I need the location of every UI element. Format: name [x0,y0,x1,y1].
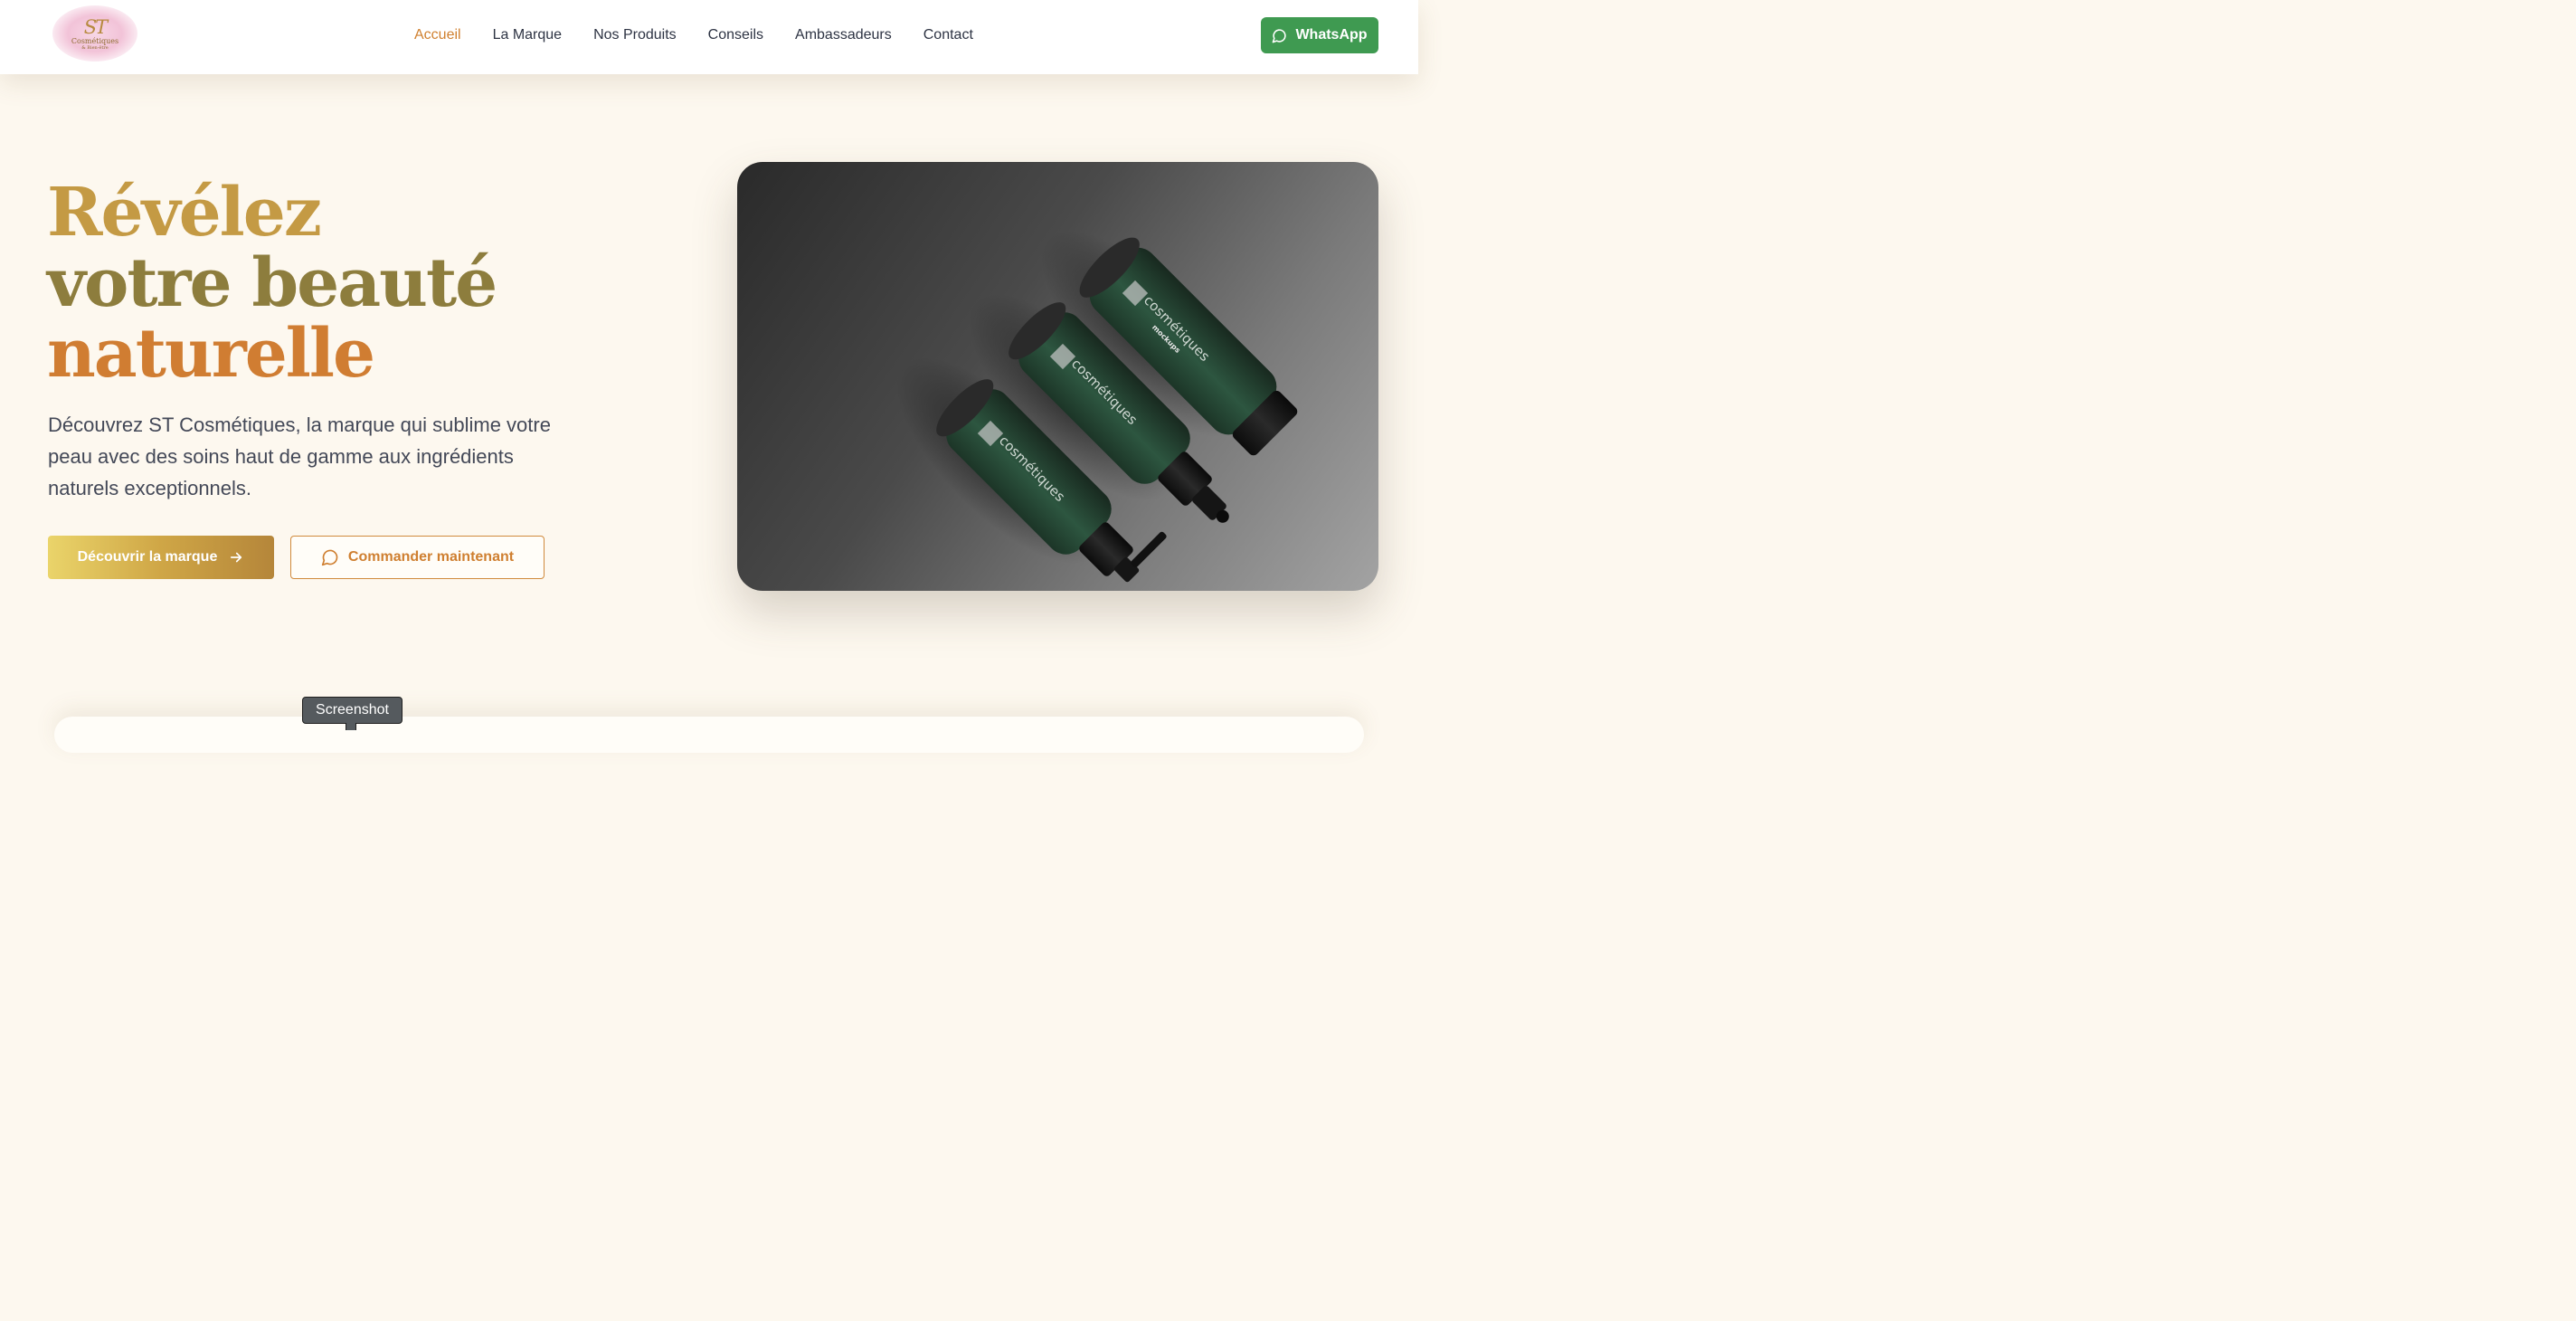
next-section-card [54,717,1364,753]
chat-bubble-icon [1273,28,1287,43]
order-now-button[interactable]: Commander maintenant [290,536,545,579]
whatsapp-button[interactable]: WhatsApp [1261,17,1378,53]
logo-name: Cosmétiques [71,36,119,45]
nav-item-accueil[interactable]: Accueil [414,27,461,43]
logo-tagline: & Bien-être [81,44,109,51]
product-image: cosmétiques mockups cosmétiques cosmétiq… [737,162,1378,591]
tooltip-tail [346,723,356,730]
hero-title-line-2: votre beauté [47,244,497,322]
nav-item-nos-produits[interactable]: Nos Produits [593,27,677,43]
hero-subtitle: Découvrez ST Cosmétiques, la marque qui … [48,413,551,499]
logo-monogram: ST [83,15,108,38]
arrow-right-icon [231,552,242,563]
nav-item-conseils[interactable]: Conseils [708,27,763,43]
hero-title-line-1: Révélez [47,174,322,252]
main-nav: Accueil La Marque Nos Produits Conseils … [414,25,973,45]
brand-logo[interactable]: ST Cosmétiques & Bien-être [52,5,137,62]
discover-brand-label: Découvrir la marque [77,549,218,565]
nav-item-la-marque[interactable]: La Marque [493,27,563,43]
nav-item-contact[interactable]: Contact [923,27,973,43]
whatsapp-button-label: WhatsApp [1295,27,1368,43]
cosmetic-bottles-illustration: cosmétiques mockups cosmétiques cosmétiq… [895,230,1298,583]
order-now-label: Commander maintenant [347,549,515,565]
nav-item-ambassadeurs[interactable]: Ambassadeurs [795,27,892,43]
site-header: ST Cosmétiques & Bien-être Accueil La Ma… [0,0,1418,74]
chat-bubble-icon [321,549,338,566]
screenshot-tooltip: Screenshot [302,697,402,724]
hero-title-line-3: naturelle [47,315,375,393]
discover-brand-button[interactable]: Découvrir la marque [48,536,274,579]
hero-title: Révélez votre beauté naturelle [47,174,497,393]
